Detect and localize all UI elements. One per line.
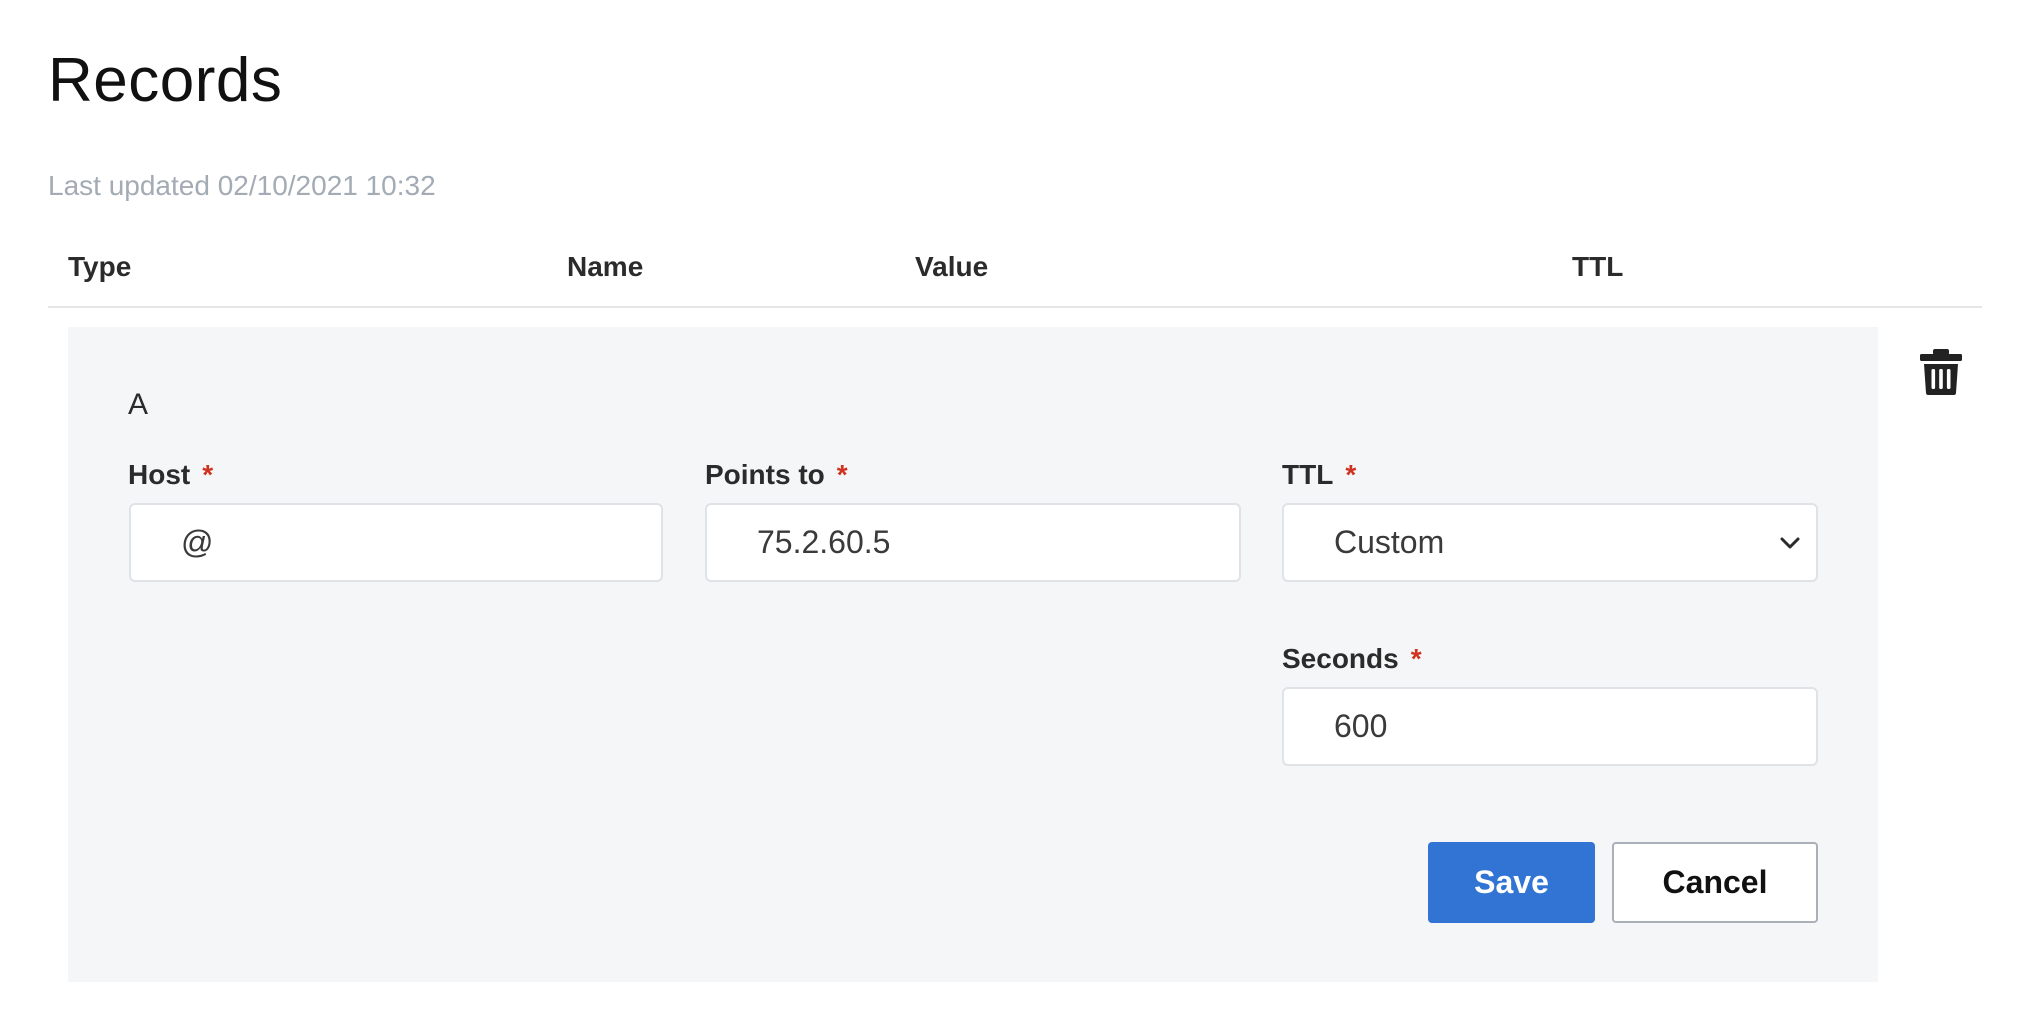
seconds-input[interactable] bbox=[1284, 689, 1816, 764]
page-title: Records bbox=[48, 46, 283, 115]
record-type-value: A bbox=[128, 388, 149, 421]
column-header-type: Type bbox=[68, 251, 132, 282]
record-edit-panel: A Host* Points to* TTL* Custom Seconds* … bbox=[68, 327, 1878, 982]
seconds-label: Seconds * bbox=[1282, 642, 1422, 676]
host-required-mark: * bbox=[202, 459, 214, 490]
points-to-input[interactable] bbox=[707, 505, 1239, 580]
seconds-required-mark: * bbox=[1410, 643, 1422, 674]
ttl-label: TTL * bbox=[1282, 458, 1356, 492]
column-header-ttl: TTL bbox=[1572, 251, 1624, 282]
host-field[interactable] bbox=[129, 503, 663, 582]
seconds-label-text: Seconds bbox=[1282, 643, 1399, 674]
ttl-selected-value: Custom bbox=[1334, 524, 1445, 560]
host-input[interactable] bbox=[131, 505, 661, 580]
seconds-field[interactable] bbox=[1282, 687, 1818, 766]
cancel-button[interactable]: Cancel bbox=[1612, 842, 1818, 923]
column-header-name: Name bbox=[567, 251, 644, 282]
host-label: Host * bbox=[128, 458, 213, 492]
ttl-select[interactable]: Custom bbox=[1282, 503, 1818, 582]
column-header-value: Value bbox=[915, 251, 989, 282]
points-to-label: Points to * bbox=[705, 458, 848, 492]
records-table-header: Type Name Value TTL bbox=[48, 246, 1982, 308]
host-label-text: Host bbox=[128, 459, 191, 490]
ttl-label-text: TTL bbox=[1282, 459, 1334, 490]
save-button[interactable]: Save bbox=[1428, 842, 1595, 923]
points-to-field[interactable] bbox=[705, 503, 1241, 582]
trash-icon[interactable] bbox=[1918, 348, 1964, 396]
ttl-required-mark: * bbox=[1345, 459, 1357, 490]
points-to-required-mark: * bbox=[836, 459, 848, 490]
last-updated-text: Last updated 02/10/2021 10:32 bbox=[48, 170, 436, 201]
points-to-label-text: Points to bbox=[705, 459, 825, 490]
chevron-down-icon bbox=[1780, 537, 1800, 549]
